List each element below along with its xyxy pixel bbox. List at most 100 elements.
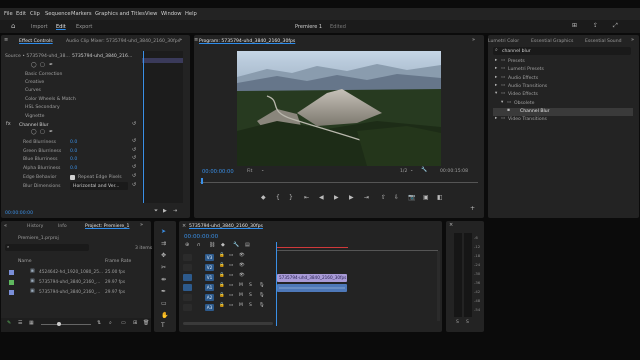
zoom-slider-thumb[interactable] bbox=[57, 322, 61, 326]
timeline-timecode[interactable]: 00:00:00:00 bbox=[184, 234, 218, 240]
menu-icon[interactable]: ≡ bbox=[4, 38, 8, 43]
menu-markers[interactable]: Markers bbox=[71, 11, 92, 17]
go-to-out-icon[interactable]: ⇥ bbox=[364, 195, 369, 201]
expand-icon[interactable]: « bbox=[4, 224, 7, 229]
ec-timeline-area[interactable] bbox=[142, 51, 183, 203]
expand-icon[interactable]: » bbox=[140, 223, 143, 228]
fit-chevron-icon[interactable]: ⌄ bbox=[261, 168, 264, 172]
compare-icon[interactable]: ▣ bbox=[423, 195, 429, 201]
solo-track-icon[interactable]: S bbox=[249, 293, 252, 299]
prop-hsl-secondary[interactable]: HSL Secondary bbox=[25, 105, 60, 110]
source-patch[interactable] bbox=[183, 294, 192, 301]
ec-playhead[interactable] bbox=[143, 51, 144, 203]
program-playhead[interactable] bbox=[201, 178, 203, 184]
slip-tool-icon[interactable]: ⇹ bbox=[161, 277, 166, 283]
mute-track-icon[interactable]: M bbox=[239, 283, 243, 289]
mute-track-icon[interactable]: M bbox=[239, 303, 243, 309]
captions-icon[interactable]: ▤ bbox=[245, 243, 250, 248]
new-bin-icon[interactable]: ▭ bbox=[121, 321, 126, 326]
go-to-in-icon[interactable]: ⇤ bbox=[304, 195, 309, 201]
prop-basic-correction[interactable]: Basic Correction bbox=[25, 72, 62, 77]
tab-history[interactable]: History bbox=[27, 224, 43, 229]
step-forward-icon[interactable]: ▶ bbox=[349, 195, 354, 201]
prop-curves[interactable]: Curves bbox=[25, 88, 41, 93]
track-name[interactable]: V3 bbox=[205, 254, 214, 261]
tab-lumetri-color[interactable]: Lumetri Color bbox=[488, 39, 519, 44]
tab-effect-controls[interactable]: Effect Controls bbox=[19, 39, 53, 44]
toggle-output-icon[interactable]: 👁 bbox=[239, 263, 245, 269]
toggle-output-icon[interactable]: 👁 bbox=[239, 273, 245, 279]
menu-window[interactable]: Window bbox=[161, 11, 181, 17]
effects-tree-item[interactable]: Channel Blur bbox=[520, 109, 550, 114]
fullscreen-icon[interactable]: ⤢ bbox=[613, 23, 618, 29]
reset-icon[interactable]: ↺ bbox=[132, 183, 136, 188]
track-select-icon[interactable]: ⇉ bbox=[161, 241, 166, 247]
pen-tool-icon[interactable]: ✒ bbox=[161, 289, 166, 295]
lock-track-icon[interactable]: 🔒 bbox=[219, 263, 225, 269]
effect-name[interactable]: Channel Blur bbox=[19, 123, 49, 128]
source-patch[interactable] bbox=[183, 304, 192, 311]
folder-toggle-icon[interactable]: ▸ bbox=[495, 117, 497, 122]
solo-track-icon[interactable]: S bbox=[249, 303, 252, 309]
voiceover-record-icon[interactable]: 🎙 bbox=[259, 293, 265, 299]
prop-color-wheels[interactable]: Color Wheels & Match bbox=[25, 97, 76, 102]
menu-clip[interactable]: Clip bbox=[30, 11, 40, 17]
menu-file[interactable]: File bbox=[4, 11, 13, 17]
source-patch[interactable] bbox=[183, 274, 192, 281]
type-tool-icon[interactable]: T bbox=[161, 323, 165, 329]
solo-right[interactable]: S bbox=[466, 320, 469, 325]
lock-track-icon[interactable]: 🔒 bbox=[219, 253, 225, 259]
solo-left[interactable]: S bbox=[456, 320, 459, 325]
audio-clip[interactable] bbox=[277, 284, 347, 292]
program-ruler[interactable] bbox=[200, 178, 478, 183]
sync-lock-icon[interactable]: ▭ bbox=[229, 253, 233, 259]
menu-help[interactable]: Help bbox=[185, 11, 197, 17]
timeline-v-scroll[interactable] bbox=[437, 251, 440, 321]
ripple-edit-icon[interactable]: ✥ bbox=[161, 253, 166, 259]
mute-track-icon[interactable]: M bbox=[239, 293, 243, 299]
col-name[interactable]: Name bbox=[18, 259, 32, 264]
pen-mask-icon[interactable]: ✒ bbox=[49, 63, 53, 68]
effects-tree-item[interactable]: Video Effects bbox=[508, 92, 538, 97]
snap-icon[interactable]: ∩ bbox=[197, 243, 201, 248]
video-preview[interactable] bbox=[237, 51, 441, 166]
folder-toggle-icon[interactable]: ▾ bbox=[495, 92, 497, 97]
effects-tree-item[interactable]: Presets bbox=[508, 59, 525, 64]
new-item-icon[interactable]: ⊞ bbox=[133, 321, 137, 326]
project-search-input[interactable] bbox=[5, 244, 89, 251]
effects-tree-item[interactable]: Audio Transitions bbox=[508, 84, 547, 89]
toggle-output-icon[interactable]: 👁 bbox=[239, 253, 245, 259]
source-patch[interactable] bbox=[183, 284, 192, 291]
ellipse-mask-icon-2[interactable]: ◯ bbox=[31, 130, 37, 135]
vr-icon[interactable]: ◧ bbox=[437, 195, 443, 201]
source-patch[interactable] bbox=[183, 264, 192, 271]
tab-edit[interactable]: Edit bbox=[56, 24, 66, 30]
col-frame-rate[interactable]: Frame Rate bbox=[105, 259, 131, 264]
expand-icon[interactable]: » bbox=[631, 38, 634, 43]
rect-mask-icon-2[interactable]: ▢ bbox=[40, 130, 45, 135]
tab-essential-sound[interactable]: Essential Sound bbox=[585, 39, 622, 44]
reset-icon[interactable]: ↺ bbox=[132, 148, 136, 153]
edge-checkbox[interactable] bbox=[70, 175, 75, 180]
menu-sequence[interactable]: Sequence bbox=[45, 11, 71, 17]
label-color-swatch[interactable] bbox=[9, 280, 14, 285]
quick-export-icon[interactable]: ⇪ bbox=[593, 23, 598, 29]
delete-icon[interactable]: 🗑 bbox=[143, 321, 149, 326]
reset-icon[interactable]: ↺ bbox=[132, 156, 136, 161]
project-item-name[interactable]: 5735794-uhd_3840_2160_... bbox=[39, 280, 100, 285]
timeline-h-scroll[interactable] bbox=[183, 322, 273, 325]
param-green-value[interactable]: 0.0 bbox=[70, 149, 77, 154]
prop-creative[interactable]: Creative bbox=[25, 80, 44, 85]
ellipse-mask-icon[interactable]: ◯ bbox=[31, 63, 37, 68]
tab-essential-graphics[interactable]: Essential Graphics bbox=[531, 39, 573, 44]
tab-info[interactable]: Info bbox=[58, 224, 67, 229]
video-clip[interactable]: 5735794-uhd_3840_2160_30fps bbox=[277, 274, 347, 282]
param-red-value[interactable]: 0.0 bbox=[70, 140, 77, 145]
write-icon[interactable]: ✎ bbox=[7, 321, 11, 326]
menu-edit[interactable]: Edit bbox=[16, 11, 26, 17]
effects-tree-item[interactable]: Obsolete bbox=[514, 101, 534, 106]
marker-icon[interactable]: ◆ bbox=[221, 243, 225, 248]
linked-icon[interactable]: ⛓ bbox=[209, 243, 215, 248]
settings-icon[interactable]: 🔧 bbox=[233, 243, 239, 248]
project-item-name[interactable]: 4524642-hd_1920_1080_25... bbox=[39, 270, 103, 275]
